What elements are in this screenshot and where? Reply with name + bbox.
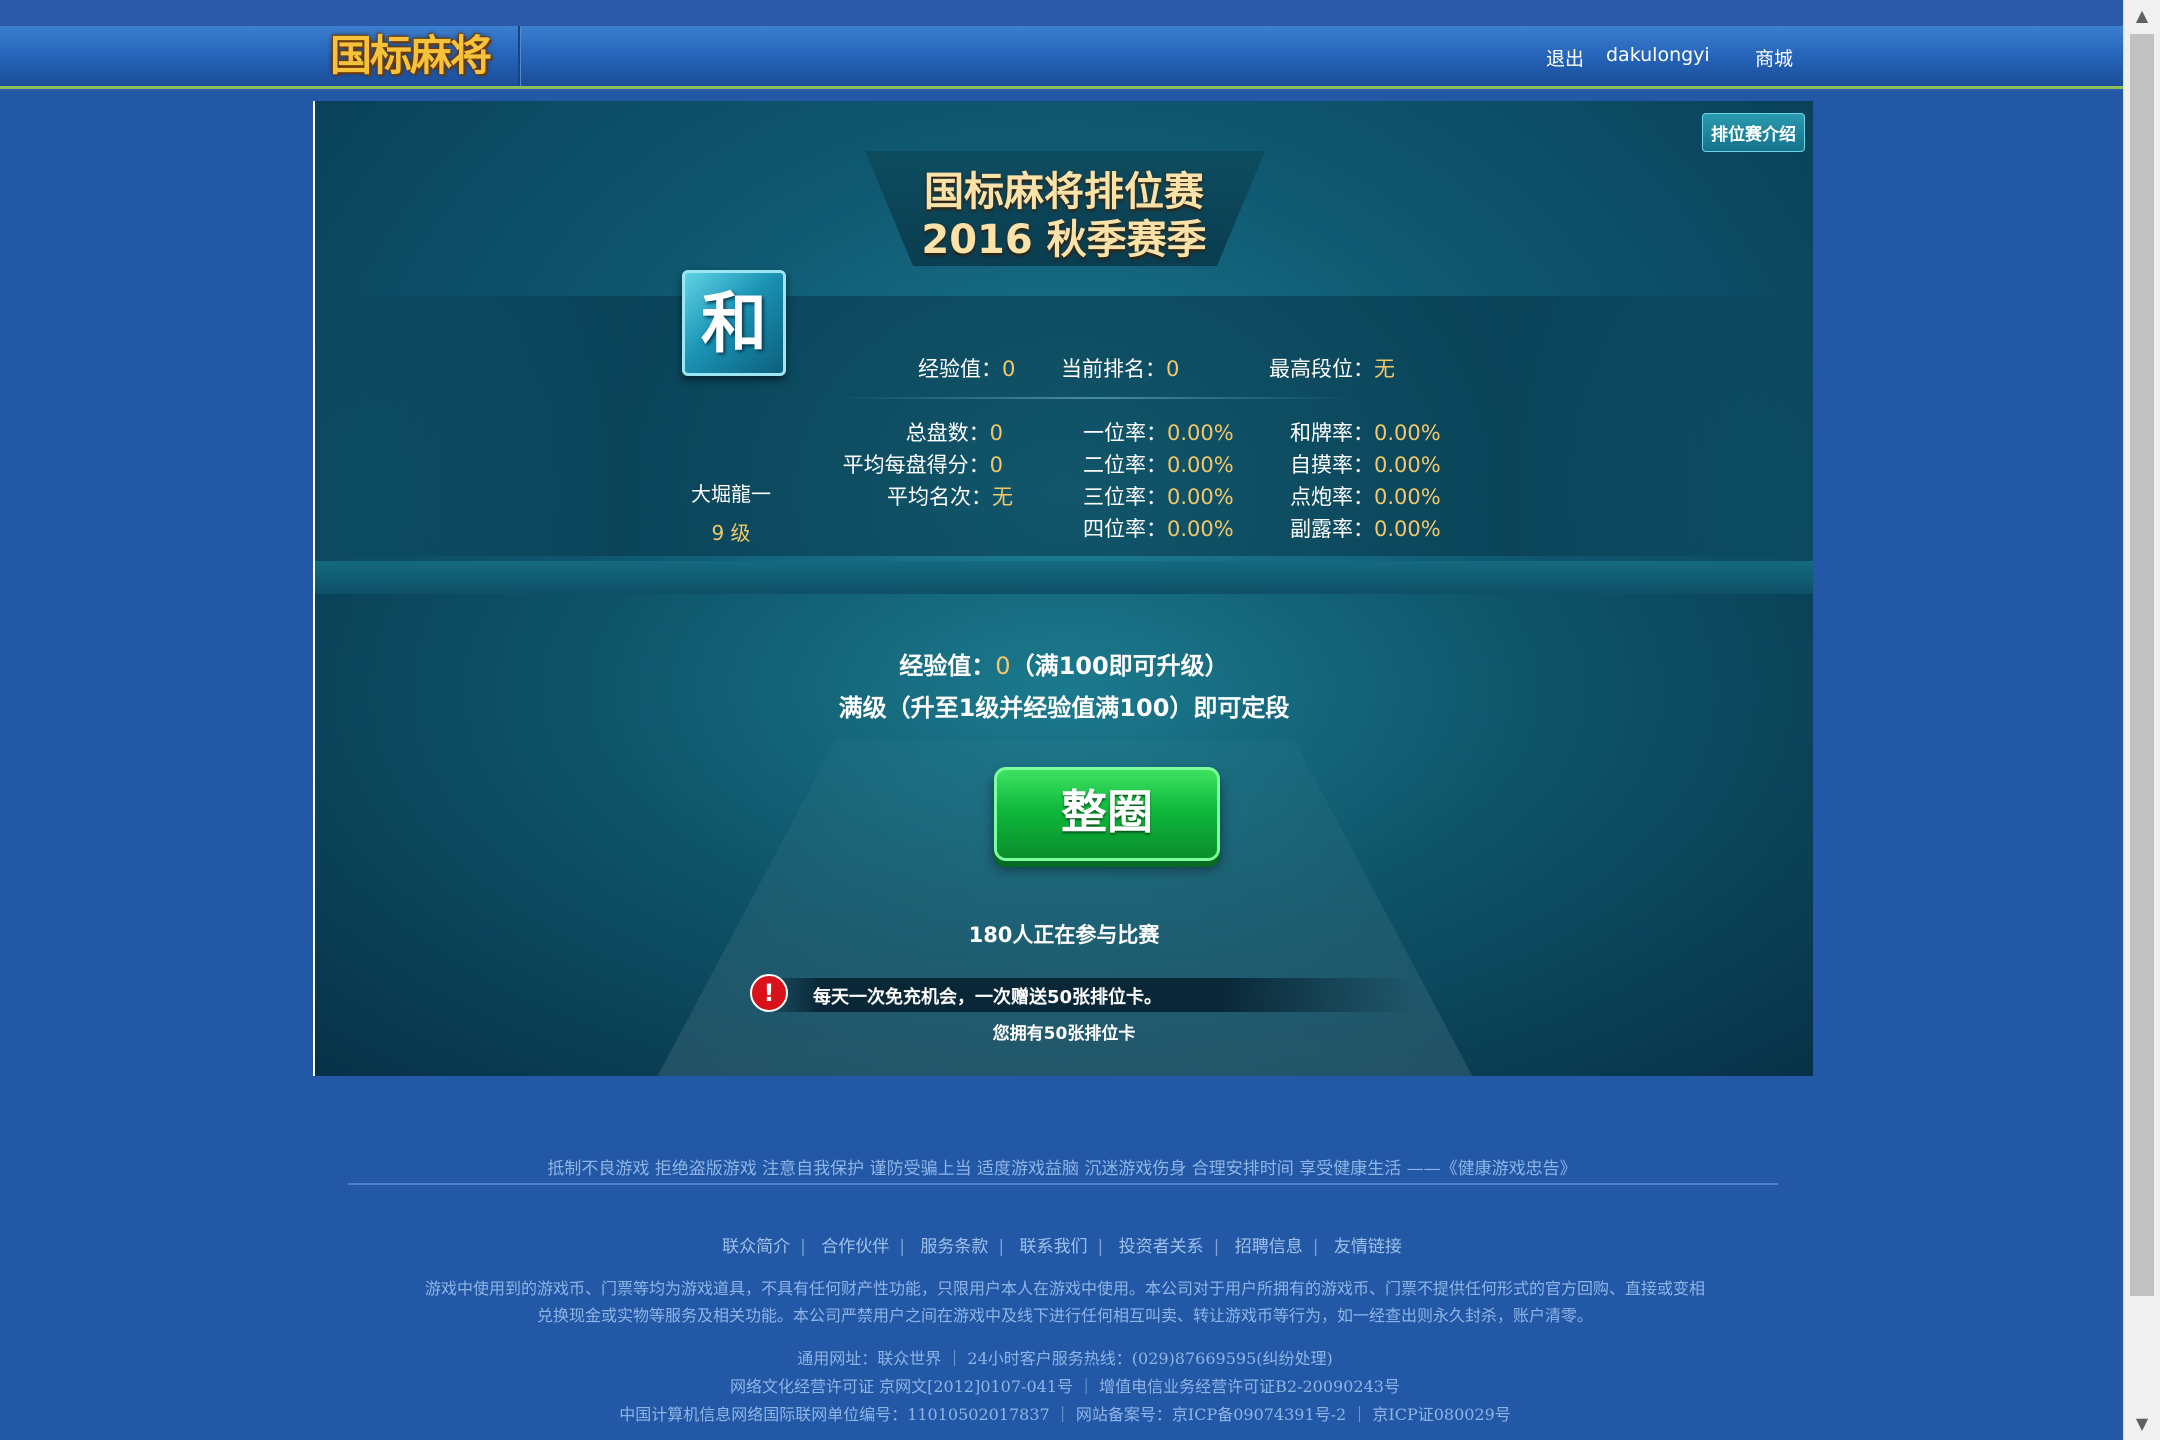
footer-contact: 通用网址：联众世界 ｜ 24小时客户服务热线：(029)87669595(纠纷处… [797, 1349, 1333, 1368]
experience-progress: 经验值：0（满100即可升级） [899, 652, 1229, 680]
stat-experience: 经验值：0 [918, 357, 1016, 381]
stat-first-rate: 一位率：0.00% [1083, 421, 1234, 445]
scroll-up-icon[interactable]: ▲ [2124, 0, 2160, 32]
stat-current-rank: 当前排名：0 [1061, 357, 1180, 381]
footer-link-about[interactable]: 联众简介 [722, 1237, 790, 1257]
full-round-play-button[interactable]: 整圈 [994, 767, 1220, 861]
footer-link-contact[interactable]: 联系我们 [1020, 1237, 1088, 1257]
site-logo[interactable]: 国标麻将 [330, 32, 495, 80]
footer-license1: 网络文化经营许可证 京网文[2012]0107-041号 ｜ 增值电信业务经营许… [730, 1377, 1400, 1396]
ranking-card-count: 您拥有50张排位卡 [992, 1024, 1136, 1044]
footer-links: 联众简介 | 合作伙伴 | 服务条款 | 联系我们 | 投资者关系 | 招聘信息 | 友情链… [722, 1237, 1402, 1257]
stat-fourth-rate: 四位率：0.00% [1083, 517, 1234, 541]
player-level: 9 级 [711, 521, 751, 545]
logout-link[interactable]: 退出 [1546, 44, 1584, 71]
footer-disclaimer-line1: 游戏中使用到的游戏币、门票等均为游戏道具，不具有任何财产性功能，只限用户本人在游… [424, 1279, 1705, 1298]
username-link[interactable]: dakulongyi [1606, 44, 1710, 66]
vertical-scrollbar[interactable]: ▲ ▼ [2123, 0, 2160, 1440]
stat-meld-rate: 副露率：0.00% [1290, 517, 1441, 541]
scroll-down-icon[interactable]: ▼ [2124, 1408, 2160, 1440]
participants-count: 180人正在参与比赛 [968, 923, 1160, 947]
scroll-thumb[interactable] [2130, 34, 2154, 1296]
footer-link-friends[interactable]: 友情链接 [1334, 1237, 1402, 1257]
logo-divider [518, 26, 521, 86]
footer-link-jobs[interactable]: 招聘信息 [1235, 1237, 1303, 1257]
season-subtitle: 2016 秋季赛季 [921, 217, 1207, 263]
ranking-intro-button[interactable]: 排位赛介绍 [1702, 113, 1805, 152]
footer-divider [348, 1183, 1778, 1185]
free-recharge-notice: 每天一次免充机会，一次赠送50张排位卡。 [813, 987, 1163, 1008]
shop-link[interactable]: 商城 [1755, 44, 1793, 71]
top-strip [0, 0, 2124, 26]
stat-second-rate: 二位率：0.00% [1083, 453, 1234, 477]
stat-third-rate: 三位率：0.00% [1083, 485, 1234, 509]
stat-avg-place: 平均名次：无 [887, 485, 1013, 509]
footer-license2: 中国计算机信息网络国际联网单位编号：11010502017837 ｜ 网站备案号… [619, 1405, 1511, 1424]
stats-separator [835, 397, 1355, 399]
navigation-bar: 国标麻将 退出 dakulongyi 商城 [0, 26, 2124, 89]
stat-highest-rank: 最高段位：无 [1269, 357, 1395, 381]
footer-disclaimer-line2: 兑换现金或实物等服务及相关功能。本公司严禁用户之间在游戏中及线下进行任何相互叫卖… [536, 1306, 1593, 1325]
stat-total-games: 总盘数：0 [905, 421, 1003, 445]
footer-link-terms[interactable]: 服务条款 [920, 1237, 988, 1257]
stat-avg-score: 平均每盘得分：0 [842, 453, 1003, 477]
health-gaming-warning: 抵制不良游戏 拒绝盗版游戏 注意自我保护 谨防受骗上当 适度游戏益脑 沉迷游戏伤… [547, 1159, 1577, 1179]
player-name: 大堀龍一 [691, 482, 771, 506]
panel-divider-stripe [315, 561, 1813, 595]
footer-link-partners[interactable]: 合作伙伴 [821, 1237, 889, 1257]
stats-band [315, 296, 1813, 556]
stat-self-draw-rate: 自摸率：0.00% [1290, 453, 1441, 477]
rank-avatar-tile-icon: 和 [682, 270, 786, 376]
footer-link-investors[interactable]: 投资者关系 [1119, 1237, 1204, 1257]
stat-win-rate: 和牌率：0.00% [1290, 421, 1441, 445]
full-level-note: 满级（升至1级并经验值满100）即可定段 [838, 694, 1290, 722]
stat-deal-in-rate: 点炮率：0.00% [1290, 485, 1441, 509]
ranking-panel: 排位赛介绍 国标麻将排位赛 2016 秋季赛季 和 大堀龍一 9 级 经验值：0… [313, 101, 1813, 1076]
exclamation-icon: ! [750, 974, 788, 1012]
